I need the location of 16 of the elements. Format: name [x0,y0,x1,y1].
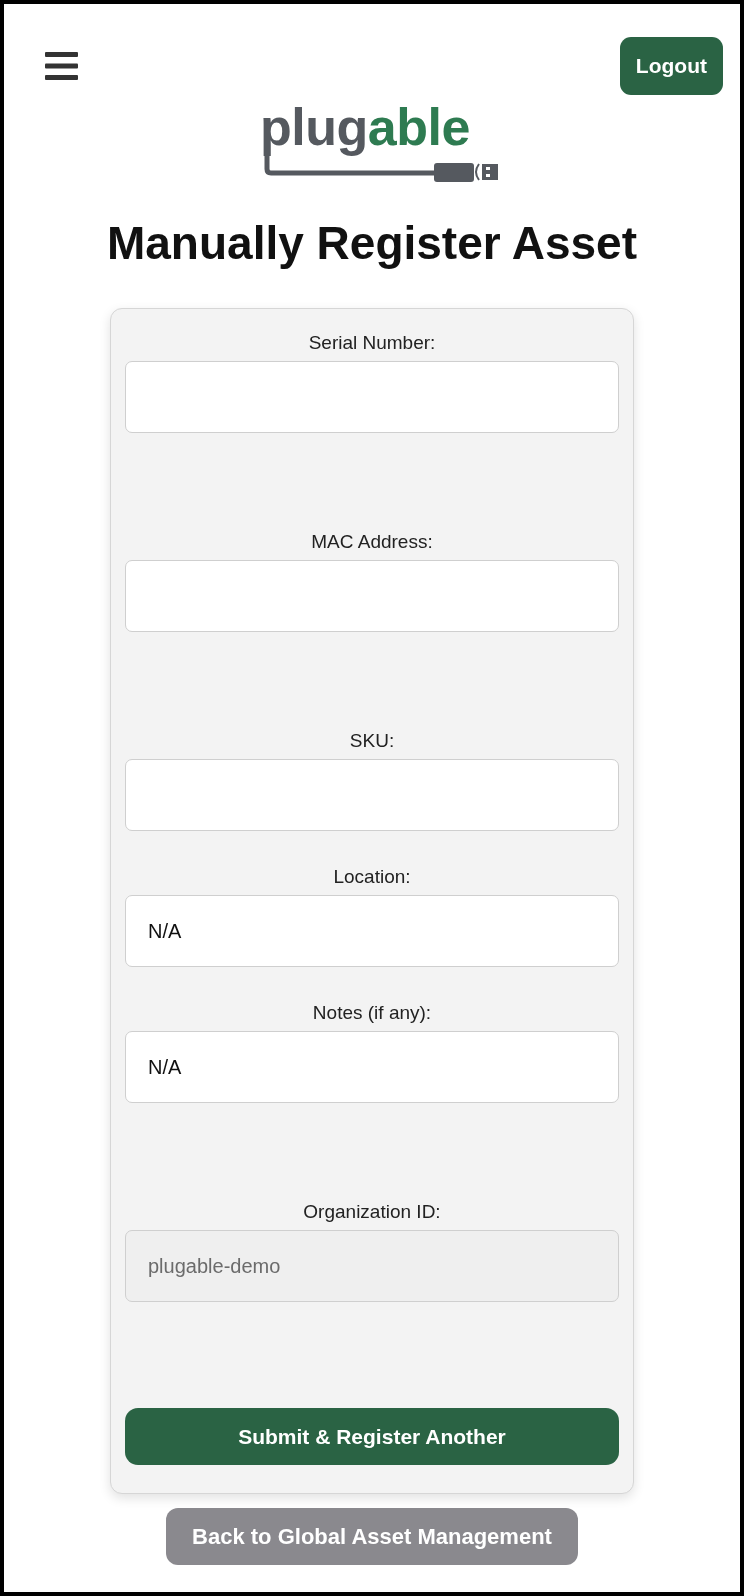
menu-icon[interactable] [45,52,78,80]
field-label: Serial Number: [308,331,436,356]
field-label: Organization ID: [303,1200,441,1225]
logo-text: plugable [260,99,470,157]
field-label: Location: [333,865,411,890]
field-label: MAC Address: [311,530,433,555]
field-label: Notes (if any): [312,1001,432,1026]
input-field[interactable] [125,759,619,832]
input-field[interactable] [125,361,619,434]
input-field[interactable]: N/A [125,1031,619,1104]
page-title: Manually Register Asset [106,216,637,271]
submit-button[interactable]: Submit & Register Another [125,1408,619,1466]
input-field[interactable]: N/A [125,895,619,968]
field-label: SKU: [349,729,395,754]
logout-button[interactable]: Logout [619,37,723,95]
input-field[interactable] [125,560,619,633]
